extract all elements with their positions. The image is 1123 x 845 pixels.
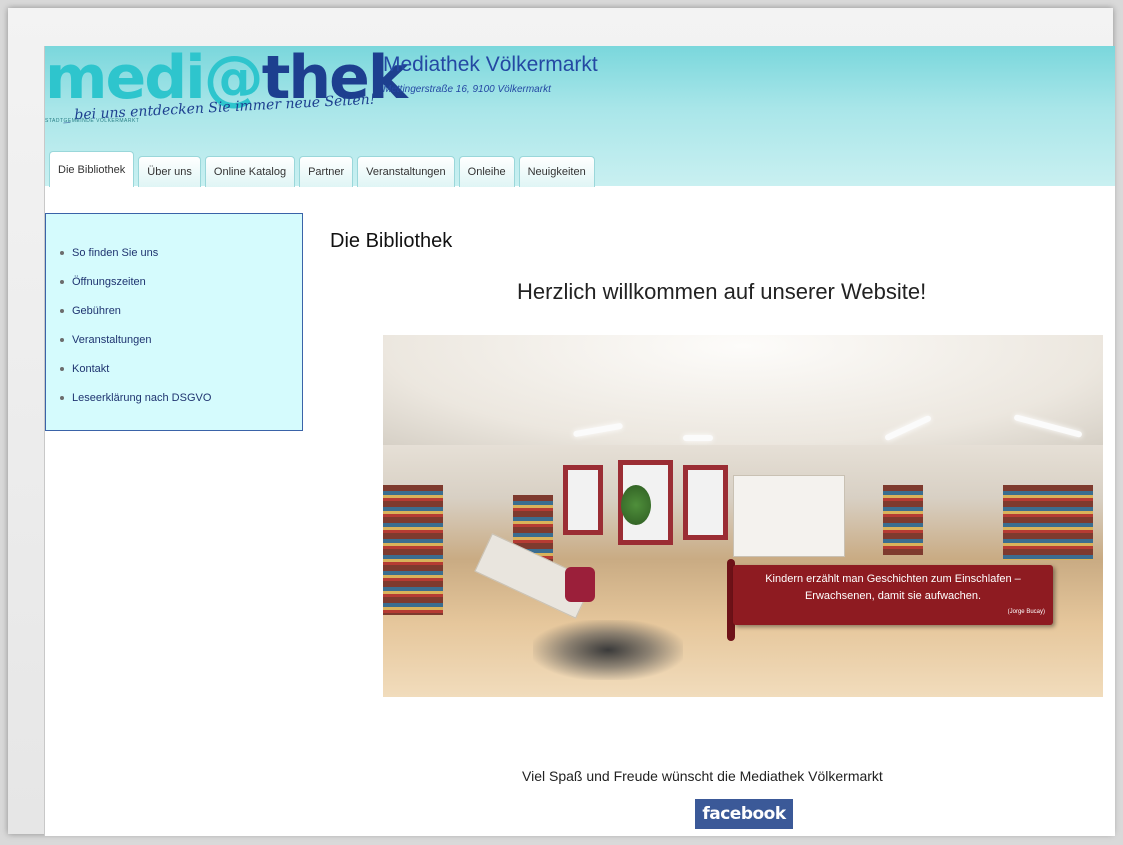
site-address: Mettingerstraße 16, 9100 Völkermarkt (383, 84, 551, 95)
sidebar-item-label: Leseerklärung nach DSGVO (72, 391, 212, 404)
tab-die-bibliothek[interactable]: Die Bibliothek (49, 151, 135, 187)
chair (565, 567, 595, 602)
panorama-blur (533, 620, 683, 680)
quote-line-1: Kindern erzählt man Geschichten zum Eins… (765, 573, 1021, 585)
web-page: medi@thek STADTGEMEINDE VÖLKERMARKT _ be… (44, 46, 1115, 836)
sidebar-item-label: Veranstaltungen (72, 333, 152, 346)
sidebar-item-label: Gebühren (72, 304, 121, 317)
window (683, 465, 728, 540)
sidebar-menu: So finden Sie uns Öffnungszeiten Gebühre… (45, 213, 303, 431)
quote-banner: Kindern erzählt man Geschichten zum Eins… (733, 565, 1053, 625)
tab-onleihe[interactable]: Onleihe (458, 156, 515, 187)
tab-veranstaltungen[interactable]: Veranstaltungen (357, 156, 455, 187)
sidebar-item-so-finden-sie-uns[interactable]: So finden Sie uns (60, 238, 302, 267)
panorama-ceiling (383, 335, 1103, 445)
sidebar-item-kontakt[interactable]: Kontakt (60, 354, 302, 383)
facebook-link[interactable]: facebook (695, 799, 793, 829)
sidebar-item-leseerklaerung[interactable]: Leseerklärung nach DSGVO (60, 383, 302, 412)
tab-ueber-uns[interactable]: Über uns (138, 156, 201, 187)
sidebar-item-label: Kontakt (72, 362, 110, 375)
plant (621, 485, 651, 525)
ceiling-light (683, 435, 713, 441)
main-navigation: Die Bibliothek Über uns Online Katalog P… (49, 151, 595, 187)
library-panorama-image: Kindern erzählt man Geschichten zum Eins… (383, 335, 1103, 697)
exhibition-wall (733, 475, 845, 557)
site-title: Mediathek Völkermarkt (383, 53, 598, 76)
site-header: medi@thek STADTGEMEINDE VÖLKERMARKT _ be… (45, 46, 1115, 187)
bullet-icon (60, 308, 64, 313)
bullet-icon (60, 366, 64, 371)
bookshelf (1003, 485, 1093, 560)
sidebar-item-gebuehren[interactable]: Gebühren (60, 296, 302, 325)
quote-line-2: Erwachsenen, damit sie aufwachen. (804, 590, 982, 602)
bullet-icon (60, 337, 64, 342)
footer-greeting: Viel Spaß und Freude wünscht die Mediath… (522, 768, 883, 784)
bookshelf (883, 485, 923, 555)
tab-neuigkeiten[interactable]: Neuigkeiten (518, 156, 595, 187)
bookshelf (383, 485, 443, 615)
bullet-icon (60, 395, 64, 400)
sidebar-item-oeffnungszeiten[interactable]: Öffnungszeiten (60, 267, 302, 296)
bullet-icon (60, 250, 64, 255)
quote-author: (Jorge Bucay) (1007, 609, 1045, 615)
tab-online-katalog[interactable]: Online Katalog (204, 156, 296, 187)
sidebar-item-label: So finden Sie uns (72, 246, 159, 259)
page-title: Die Bibliothek (330, 230, 453, 252)
welcome-heading: Herzlich willkommen auf unserer Website! (517, 279, 927, 304)
screenshot-frame: medi@thek STADTGEMEINDE VÖLKERMARKT _ be… (8, 8, 1115, 836)
bullet-icon (60, 279, 64, 284)
tab-partner[interactable]: Partner (299, 156, 354, 187)
window (563, 465, 603, 535)
sidebar-item-veranstaltungen[interactable]: Veranstaltungen (60, 325, 302, 354)
sidebar-item-label: Öffnungszeiten (72, 275, 146, 288)
